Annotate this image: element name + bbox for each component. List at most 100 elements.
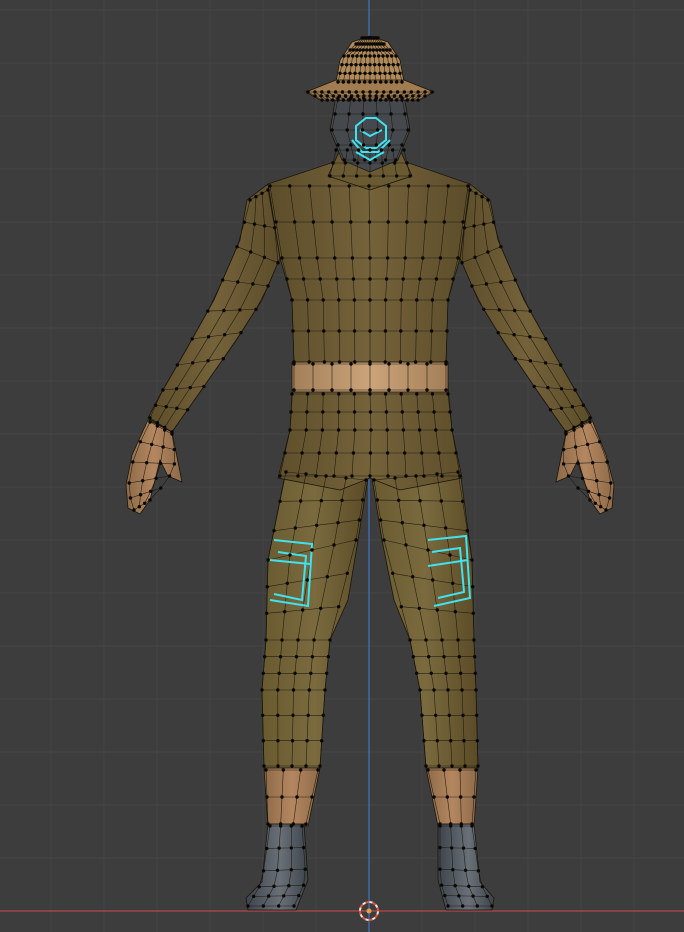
mesh-vertex[interactable]	[127, 481, 131, 485]
mesh-vertex[interactable]	[368, 392, 372, 396]
mesh-vertex[interactable]	[472, 224, 476, 228]
mesh-vertex[interactable]	[449, 739, 453, 743]
mesh-vertex[interactable]	[435, 472, 439, 476]
mesh-vertex[interactable]	[363, 71, 367, 76]
mesh-vertex[interactable]	[263, 655, 267, 659]
mesh-vertex[interactable]	[451, 868, 455, 872]
mesh-vertex[interactable]	[426, 548, 430, 552]
mesh-vertex[interactable]	[485, 894, 489, 899]
mesh-vertex[interactable]	[305, 578, 309, 582]
mesh-vertex[interactable]	[290, 392, 294, 396]
mesh-vertex[interactable]	[355, 54, 359, 58]
mesh-vertex[interactable]	[450, 846, 454, 850]
mesh-vertex[interactable]	[437, 764, 441, 768]
mesh-vertex[interactable]	[274, 220, 278, 224]
mesh-vertex[interactable]	[202, 384, 206, 389]
mesh-vertex[interactable]	[396, 62, 400, 67]
mesh-vertex[interactable]	[149, 489, 153, 493]
mesh-vertex[interactable]	[391, 571, 395, 575]
mesh-vertex[interactable]	[572, 428, 576, 432]
mesh-vertex[interactable]	[174, 387, 179, 391]
mesh-vertex[interactable]	[403, 112, 407, 116]
mesh-vertex[interactable]	[432, 795, 436, 799]
mesh-vertex[interactable]	[440, 638, 444, 642]
mesh-vertex[interactable]	[266, 188, 270, 192]
mesh-vertex[interactable]	[388, 48, 392, 52]
mesh-vertex[interactable]	[417, 94, 421, 98]
mesh-vertex[interactable]	[463, 868, 468, 872]
mesh-vertex[interactable]	[311, 220, 316, 224]
mesh-vertex[interactable]	[361, 498, 365, 502]
mesh-vertex[interactable]	[284, 470, 288, 474]
mesh-vertex[interactable]	[444, 362, 448, 366]
mesh-vertex[interactable]	[365, 48, 369, 52]
mesh-vertex[interactable]	[375, 128, 380, 132]
mesh-vertex[interactable]	[301, 277, 306, 281]
mesh-vertex[interactable]	[382, 42, 386, 46]
mesh-vertex[interactable]	[336, 80, 340, 84]
mesh-vertex[interactable]	[361, 112, 365, 116]
mesh-vertex[interactable]	[546, 385, 550, 390]
mesh-vertex[interactable]	[175, 363, 179, 367]
mesh-vertex[interactable]	[421, 256, 425, 260]
mesh-vertex[interactable]	[348, 71, 352, 76]
mesh-vertex[interactable]	[331, 94, 335, 98]
mesh-vertex[interactable]	[432, 688, 436, 692]
mesh-vertex[interactable]	[423, 90, 427, 94]
mesh-vertex[interactable]	[573, 388, 577, 392]
mesh-vertex[interactable]	[468, 188, 472, 192]
mesh-vertex[interactable]	[268, 824, 272, 828]
mesh-vertex[interactable]	[475, 904, 479, 908]
mesh-vertex[interactable]	[416, 90, 420, 94]
mesh-vertex[interactable]	[404, 474, 408, 478]
mesh-vertex[interactable]	[354, 62, 358, 67]
mesh-vertex[interactable]	[383, 158, 388, 162]
mesh-vertex[interactable]	[352, 329, 357, 333]
mesh-vertex[interactable]	[473, 655, 477, 659]
mesh-vertex[interactable]	[395, 98, 399, 102]
mesh-vertex[interactable]	[532, 384, 536, 389]
mesh-vertex[interactable]	[333, 112, 337, 116]
mesh-vertex[interactable]	[340, 90, 345, 94]
mesh-vertex[interactable]	[277, 671, 281, 675]
mesh-vertex[interactable]	[445, 795, 449, 799]
mesh-vertex[interactable]	[401, 428, 406, 432]
mesh-vertex[interactable]	[357, 98, 361, 102]
mesh-vertex[interactable]	[389, 80, 393, 84]
mesh-vertex[interactable]	[368, 174, 372, 178]
mesh-vertex[interactable]	[323, 688, 327, 692]
mesh-vertex[interactable]	[170, 432, 174, 436]
mesh-vertex[interactable]	[435, 739, 439, 743]
mesh-vertex[interactable]	[185, 408, 190, 412]
mesh-vertex[interactable]	[331, 161, 335, 165]
mesh-vertex[interactable]	[373, 80, 377, 84]
mesh-vertex[interactable]	[385, 428, 389, 432]
mesh-vertex[interactable]	[340, 62, 344, 67]
mesh-vertex[interactable]	[314, 474, 318, 478]
mesh-vertex[interactable]	[306, 90, 310, 94]
mesh-vertex[interactable]	[383, 360, 387, 364]
mesh-vertex[interactable]	[351, 451, 356, 455]
mesh-vertex[interactable]	[236, 280, 240, 284]
mesh-vertex[interactable]	[585, 442, 590, 447]
mesh-vertex[interactable]	[350, 94, 354, 98]
mesh-vertex[interactable]	[425, 388, 429, 392]
mesh-vertex[interactable]	[326, 655, 330, 659]
mesh-vertex[interactable]	[413, 360, 418, 364]
mesh-vertex[interactable]	[368, 277, 372, 281]
mesh-vertex[interactable]	[305, 298, 310, 302]
mesh-vertex[interactable]	[399, 392, 403, 396]
mesh-vertex[interactable]	[372, 478, 376, 482]
mesh-vertex[interactable]	[368, 71, 372, 76]
mesh-vertex[interactable]	[471, 611, 475, 615]
mesh-vertex[interactable]	[513, 278, 517, 282]
mesh-vertex[interactable]	[277, 846, 281, 850]
mesh-vertex[interactable]	[368, 161, 372, 165]
mesh-vertex[interactable]	[321, 392, 325, 396]
mesh-vertex[interactable]	[283, 451, 287, 455]
mesh-vertex[interactable]	[327, 90, 331, 94]
mesh-vertex[interactable]	[368, 48, 372, 52]
mesh-vertex[interactable]	[368, 148, 372, 152]
mesh-vertex[interactable]	[460, 688, 464, 692]
mesh-vertex[interactable]	[206, 359, 210, 363]
